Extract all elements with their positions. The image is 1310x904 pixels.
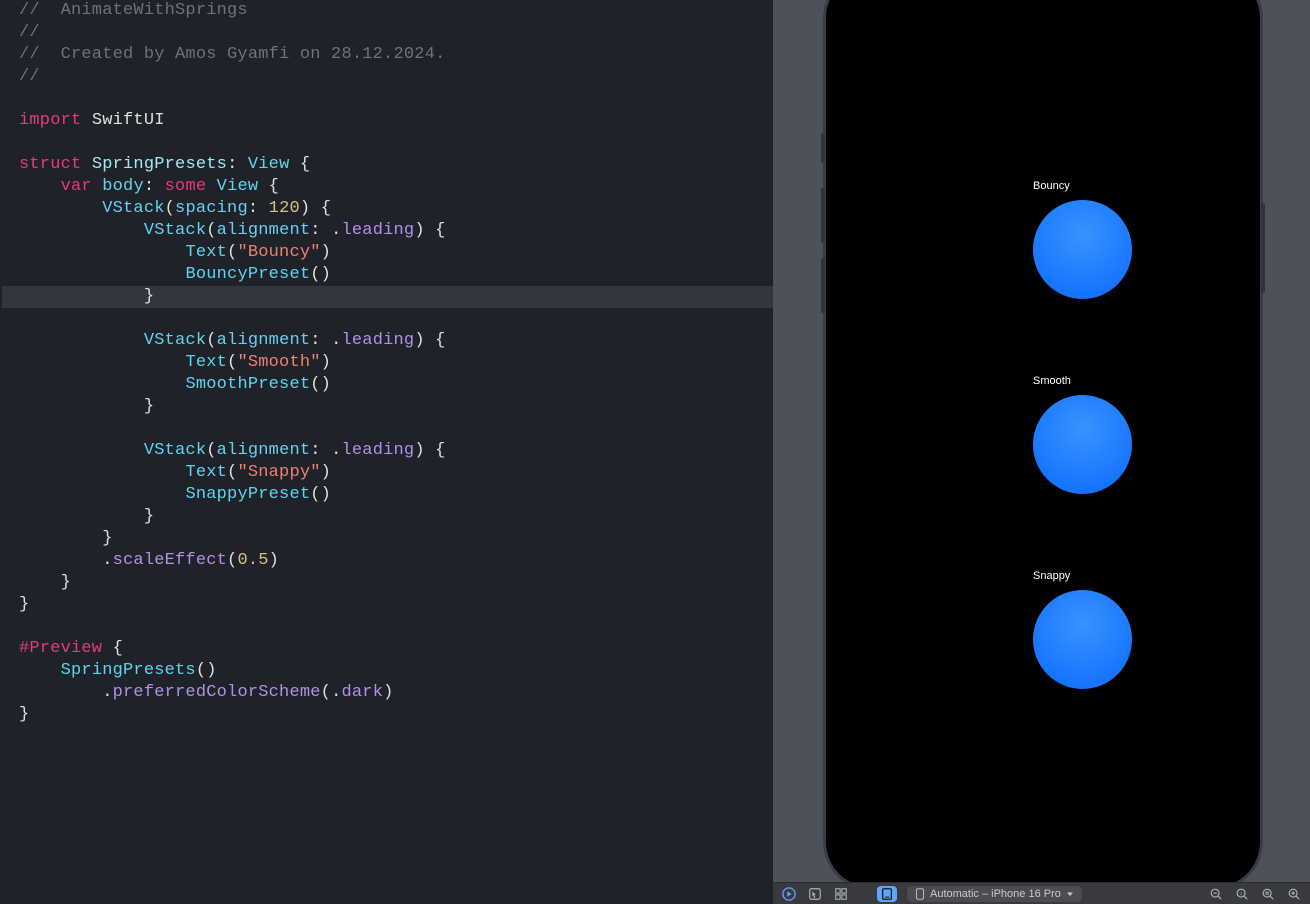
code-line: SpringPresets()	[2, 660, 773, 682]
preview-toolbar: Automatic – iPhone 16 Pro 1	[773, 882, 1310, 904]
circle-shape	[1033, 200, 1132, 299]
play-icon[interactable]	[781, 886, 797, 902]
code-line-cursor: }	[2, 286, 773, 308]
code-line	[2, 616, 773, 638]
code-line: VStack(alignment: .leading) {	[2, 440, 773, 462]
code-line	[2, 88, 773, 110]
code-line: }	[2, 396, 773, 418]
preview-canvas[interactable]: Bouncy Smooth Snappy	[773, 0, 1310, 904]
device-label: Automatic – iPhone 16 Pro	[930, 888, 1061, 900]
zoom-actual-icon[interactable]: 1	[1234, 886, 1250, 902]
code-line: SmoothPreset()	[2, 374, 773, 396]
code-editor[interactable]: // AnimateWithSprings // // Created by A…	[0, 0, 773, 904]
preview-content: Bouncy Smooth Snappy	[838, 180, 1248, 765]
code-line: .scaleEffect(0.5)	[2, 550, 773, 572]
circle-shape	[1033, 590, 1132, 689]
zoom-in-icon[interactable]	[1286, 886, 1302, 902]
variants-icon[interactable]	[833, 886, 849, 902]
code-line: import SwiftUI	[2, 110, 773, 132]
code-line: #Preview {	[2, 638, 773, 660]
zoom-fit-icon[interactable]	[1260, 886, 1276, 902]
phone-button-power	[1261, 203, 1265, 293]
code-line: }	[2, 704, 773, 726]
preset-label: Snappy	[1033, 570, 1070, 582]
code-line: struct SpringPresets: View {	[2, 154, 773, 176]
code-line: }	[2, 528, 773, 550]
code-line: VStack(alignment: .leading) {	[2, 220, 773, 242]
code-line: }	[2, 594, 773, 616]
code-line: VStack(spacing: 120) {	[2, 198, 773, 220]
phone-button-silence	[821, 133, 825, 163]
zoom-out-icon[interactable]	[1208, 886, 1224, 902]
code-line: Text("Snappy")	[2, 462, 773, 484]
code-line	[2, 308, 773, 330]
code-line: // AnimateWithSprings	[2, 0, 773, 22]
code-line	[2, 132, 773, 154]
code-line: .preferredColorScheme(.dark)	[2, 682, 773, 704]
preset-label: Bouncy	[1033, 180, 1070, 192]
code-line: }	[2, 572, 773, 594]
code-line: //	[2, 66, 773, 88]
code-line: Text("Smooth")	[2, 352, 773, 374]
preset-label: Smooth	[1033, 375, 1071, 387]
phone-screen: Bouncy Smooth Snappy	[838, 0, 1248, 875]
circle-shape	[1033, 395, 1132, 494]
code-line: //	[2, 22, 773, 44]
code-line: Text("Bouncy")	[2, 242, 773, 264]
phone-button-volume-up	[821, 188, 825, 243]
preset-bouncy: Bouncy	[993, 180, 1093, 299]
selectable-icon[interactable]	[807, 886, 823, 902]
code-line: var body: some View {	[2, 176, 773, 198]
device-frame: Bouncy Smooth Snappy	[823, 0, 1263, 890]
phone-button-volume-down	[821, 258, 825, 313]
code-line	[2, 418, 773, 440]
device-selector[interactable]: Automatic – iPhone 16 Pro	[907, 886, 1082, 902]
code-line: VStack(alignment: .leading) {	[2, 330, 773, 352]
live-preview-icon[interactable]	[877, 886, 897, 902]
code-line: // Created by Amos Gyamfi on 28.12.2024.	[2, 44, 773, 66]
code-line: SnappyPreset()	[2, 484, 773, 506]
preset-snappy: Snappy	[993, 570, 1093, 689]
code-line: }	[2, 506, 773, 528]
preset-smooth: Smooth	[993, 375, 1093, 494]
code-line: BouncyPreset()	[2, 264, 773, 286]
svg-text:1: 1	[1240, 890, 1243, 895]
